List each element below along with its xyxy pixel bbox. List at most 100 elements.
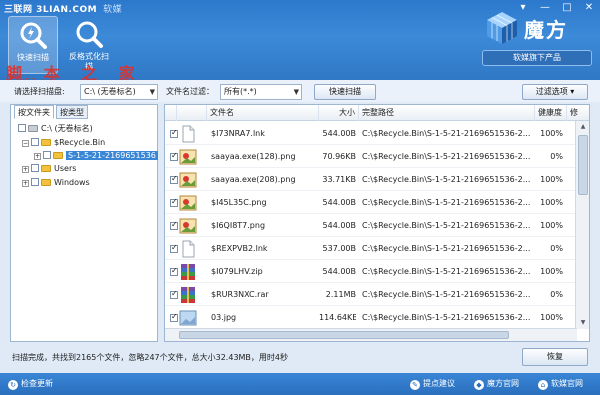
row-checkbox[interactable] <box>170 220 178 230</box>
file-health-cell: 100% <box>540 129 563 138</box>
tree-node-drive[interactable]: C:\ (无卷标名) <box>18 123 93 135</box>
table-row[interactable]: $I6QI8T7.png 544.00B C:\$Recycle.Bin\S-1-5… <box>165 215 575 237</box>
zip-file-icon <box>179 263 197 281</box>
row-checkbox[interactable] <box>170 266 178 276</box>
row-checkbox[interactable] <box>170 128 178 138</box>
tree-checkbox[interactable] <box>18 124 26 132</box>
file-path-cell: C:\$Recycle.Bin\S-1-5-21-2169651536-2... <box>362 290 531 299</box>
table-row[interactable]: saayaa.exe(208).png 33.71KB C:\$Recycle.Bi… <box>165 169 575 191</box>
file-size-cell: 33.71KB <box>322 175 356 184</box>
filter-options-button[interactable]: 过滤选项 ▾ <box>522 84 588 100</box>
brand-block: 魔方 软媒旗下产品 <box>482 10 592 70</box>
hscroll-thumb[interactable] <box>179 331 509 339</box>
row-checkbox[interactable] <box>170 174 178 184</box>
table-row[interactable]: 03.jpg 114.64KB C:\$Recycle.Bin\S-1-5-21-2… <box>165 307 575 329</box>
file-size-cell: 70.96KB <box>322 152 356 161</box>
tab-by-type[interactable]: 按类型 <box>56 105 88 119</box>
file-health-cell: 100% <box>540 221 563 230</box>
window-title: 三联网 3LIAN.COM 软媒 <box>4 5 123 15</box>
header-checkbox-col[interactable] <box>165 105 177 121</box>
tree-node-windows[interactable]: + Windows <box>22 177 90 189</box>
check-update-link[interactable]: ↻ 检查更新 <box>8 378 53 390</box>
tree-node-sid-folder[interactable]: + S-1-5-21-2169651536 <box>34 150 158 162</box>
row-checkbox[interactable] <box>170 197 178 207</box>
file-name-cell: $I73NRA7.lnk <box>211 129 265 138</box>
tree-node-users[interactable]: + Users <box>22 163 76 175</box>
file-name-cell: $REXPVB2.lnk <box>211 244 268 253</box>
quick-scan-button[interactable]: 快速扫描 <box>314 84 376 100</box>
scroll-down-icon[interactable]: ▼ <box>577 317 589 329</box>
brand-name: 魔方 <box>524 18 568 42</box>
horizontal-scrollbar[interactable] <box>165 328 577 341</box>
scroll-thumb[interactable] <box>578 135 588 195</box>
feedback-link[interactable]: ✎ 提点建议 <box>410 378 455 390</box>
tree-node-recycle-bin[interactable]: − $Recycle.Bin <box>22 137 105 149</box>
tree-checkbox[interactable] <box>31 164 39 172</box>
file-size-cell: 544.00B <box>322 221 356 230</box>
mofang-site-link[interactable]: ◆ 魔方官网 <box>474 378 519 390</box>
chevron-down-icon: ▼ <box>149 88 155 96</box>
scroll-up-icon[interactable]: ▲ <box>577 121 589 133</box>
file-size-cell: 544.00B <box>322 267 356 276</box>
column-filename[interactable]: 文件名 <box>207 105 319 121</box>
tab-by-folder[interactable]: 按文件夹 <box>14 105 54 119</box>
feedback-icon: ✎ <box>410 380 420 390</box>
file-name-cell: $I45L35C.png <box>211 198 267 207</box>
vertical-scrollbar[interactable]: ▲ ▼ <box>575 121 589 329</box>
table-row[interactable]: $RUR3NXC.rar 2.11MB C:\$Recycle.Bin\S-1-5-… <box>165 284 575 306</box>
table-row[interactable]: $REXPVB2.lnk 537.00B C:\$Recycle.Bin\S-1-5… <box>165 238 575 260</box>
column-modified[interactable]: 修 <box>567 105 589 121</box>
row-checkbox[interactable] <box>170 243 178 253</box>
brand-tagline[interactable]: 软媒旗下产品 <box>482 50 592 66</box>
file-path-cell: C:\$Recycle.Bin\S-1-5-21-2169651536-2... <box>362 244 531 253</box>
img-file-icon <box>179 148 197 166</box>
table-row[interactable]: saayaa.exe(128).png 70.96KB C:\$Recycle.Bi… <box>165 146 575 168</box>
table-row[interactable]: $I45L35C.png 544.00B C:\$Recycle.Bin\S-1-5… <box>165 192 575 214</box>
file-name-cell: $I079LHV.zip <box>211 267 263 276</box>
column-path[interactable]: 完整路径 <box>359 105 535 121</box>
file-path-cell: C:\$Recycle.Bin\S-1-5-21-2169651536-2... <box>362 175 531 184</box>
expand-icon[interactable]: + <box>22 166 29 173</box>
file-health-cell: 100% <box>540 267 563 276</box>
file-size-cell: 114.64KB <box>319 313 356 322</box>
zip-file-icon <box>179 286 197 304</box>
row-checkbox[interactable] <box>170 289 178 299</box>
filename-filter-label: 文件名过滤： <box>166 87 214 96</box>
file-path-cell: C:\$Recycle.Bin\S-1-5-21-2169651536-2... <box>362 198 531 207</box>
img-file-icon <box>179 217 197 235</box>
collapse-icon[interactable]: − <box>22 140 29 147</box>
drive-icon <box>28 125 38 132</box>
table-row[interactable]: $I079LHV.zip 544.00B C:\$Recycle.Bin\S-1-5… <box>165 261 575 283</box>
expand-icon[interactable]: + <box>22 180 29 187</box>
img-file-icon <box>179 194 197 212</box>
file-health-cell: 0% <box>550 152 563 161</box>
row-checkbox[interactable] <box>170 312 178 322</box>
drive-select[interactable]: C:\ (无卷标名) ▼ <box>80 84 158 100</box>
column-health[interactable]: 健康度 <box>535 105 567 121</box>
folder-icon <box>41 179 51 186</box>
file-health-cell: 0% <box>550 290 563 299</box>
ruanmei-site-link[interactable]: ⌂ 软媒官网 <box>538 378 583 390</box>
row-checkbox[interactable] <box>170 151 178 161</box>
restore-button[interactable]: 恢复 <box>522 348 588 366</box>
folder-icon <box>41 165 51 172</box>
expand-icon[interactable]: + <box>34 153 41 160</box>
file-health-cell: 0% <box>550 244 563 253</box>
jpg-file-icon <box>179 309 197 327</box>
update-icon: ↻ <box>8 380 18 390</box>
table-row[interactable]: $I73NRA7.lnk 544.00B C:\$Recycle.Bin\S-1-5… <box>165 123 575 145</box>
file-size-cell: 2.11MB <box>325 290 356 299</box>
scan-target-label: 请选择扫描盘: <box>14 87 65 96</box>
file-name-cell: $I6QI8T7.png <box>211 221 266 230</box>
scan-summary: 扫描完成，共找到2165个文件，忽略247个文件，总大小32.43MB，用时4秒 <box>12 353 289 362</box>
img-file-icon <box>179 171 197 189</box>
table-header: 文件名 大小 完整路径 健康度 修 <box>165 105 589 121</box>
tree-checkbox[interactable] <box>31 178 39 186</box>
cube-icon: ◆ <box>474 380 484 390</box>
tree-checkbox[interactable] <box>31 138 39 146</box>
tree-checkbox[interactable] <box>43 151 51 159</box>
column-size[interactable]: 大小 <box>319 105 359 121</box>
filename-filter-select[interactable]: 所有(*.*) ▼ <box>220 84 302 100</box>
chevron-down-icon: ▼ <box>293 88 299 96</box>
file-name-cell: $RUR3NXC.rar <box>211 290 269 299</box>
